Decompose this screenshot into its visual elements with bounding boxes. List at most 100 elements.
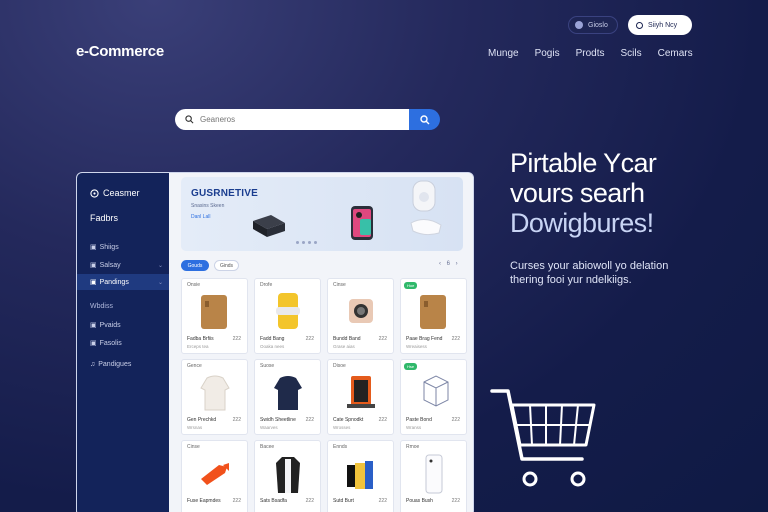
sidebar-title: Ceasmer: [90, 188, 140, 198]
phone-image: [351, 206, 373, 240]
product-price: 222: [378, 417, 387, 423]
sidebar-item-label: Shiigs: [99, 243, 119, 251]
nav-item[interactable]: Munge: [488, 48, 519, 59]
sidebar-item[interactable]: ▣ Shiigs: [77, 239, 169, 255]
search-icon: [185, 115, 194, 124]
search-button[interactable]: [409, 109, 440, 130]
moon-icon: [575, 21, 583, 29]
sign-in-button[interactable]: Siiyh Ncy: [628, 15, 692, 35]
search-input[interactable]: [200, 115, 400, 124]
filter-chip-active[interactable]: Gouds: [181, 260, 209, 271]
product-card[interactable]: Hoe Paae Brag Fend 222 Wreaisess: [400, 278, 467, 354]
product-price: 222: [378, 336, 387, 342]
sidebar-item[interactable]: ▣ Salsay ⌄: [77, 257, 169, 273]
main-nav: Munge Pogis Prodts Scils Cemars: [488, 48, 693, 59]
hero-heading: Pirtable Ycar vours searh Dowigbures!: [510, 148, 657, 238]
carousel-dots[interactable]: [296, 241, 317, 244]
search-bar: [175, 109, 411, 130]
nav-item[interactable]: Cemars: [658, 48, 693, 59]
carousel-dot[interactable]: [314, 241, 317, 244]
product-card[interactable]: Bacee Sats Bsadfa 222: [254, 440, 321, 512]
product-card[interactable]: Drofe Fadd Bang 222 Ooaka nees: [254, 278, 321, 354]
theme-toggle-label: Gioslo: [588, 21, 608, 29]
grid-icon: ▣: [90, 279, 97, 286]
carousel-dot[interactable]: [308, 241, 311, 244]
product-name: Gen Prechkd: [187, 417, 217, 423]
product-meta: Erceps tea: [187, 344, 209, 349]
product-name: Fadd Bang: [260, 336, 285, 342]
product-image: [273, 376, 302, 410]
product-brand: Drofe: [260, 282, 273, 288]
banner-subtitle: Snasins Skeen: [191, 203, 225, 209]
sidebar-item[interactable]: ▣ Pvaids: [77, 317, 169, 333]
product-name: Fuse Eapmdes: [187, 498, 221, 504]
app-preview-window: Ceasmer Fadbrs ▣ Shiigs ▣ Salsay ⌄ ▣ Pan…: [76, 172, 474, 512]
product-card[interactable]: Ennds Sutd Burt 222: [327, 440, 394, 512]
product-card[interactable]: Onsie Fadba Brfiis 222 Erceps tea: [181, 278, 248, 354]
product-meta: Wrsnas: [187, 425, 203, 430]
product-meta: Wrosses: [333, 425, 351, 430]
product-card[interactable]: Rmoe Pouas Bush 222: [400, 440, 467, 512]
sidebar: Ceasmer Fadbrs ▣ Shiigs ▣ Salsay ⌄ ▣ Pan…: [77, 173, 169, 512]
product-card[interactable]: Cinse Fuse Eapmdes 222: [181, 440, 248, 512]
nav-item[interactable]: Pogis: [535, 48, 560, 59]
product-price: 222: [232, 336, 241, 342]
music-icon: ♫: [90, 360, 96, 368]
product-price: 222: [451, 417, 460, 423]
product-name: Fadba Brfiis: [187, 336, 214, 342]
sidebar-item-label: Pandings: [99, 278, 129, 286]
product-meta: Wranss: [406, 425, 422, 430]
product-image: [346, 461, 373, 489]
product-meta: Ooaka nees: [260, 344, 285, 349]
site-logo[interactable]: e-Commerce: [76, 43, 164, 60]
product-image: [200, 295, 227, 329]
product-image: [425, 454, 442, 494]
sidebar-item-label: Pvaids: [99, 321, 121, 329]
sidebar-item-active[interactable]: ▣ Pandings ⌄: [77, 274, 169, 290]
product-brand: Onsie: [187, 282, 201, 288]
hero-line-2: vours searh: [510, 178, 645, 208]
user-icon: [636, 21, 643, 29]
product-image: [275, 293, 300, 329]
product-name: Paae Brag Fend: [406, 336, 443, 342]
theme-toggle-pill[interactable]: Gioslo: [568, 16, 618, 34]
product-brand: Suose: [260, 363, 275, 369]
banner-link[interactable]: Danl Lall: [191, 214, 210, 220]
sidebar-item[interactable]: ▣ Fasolis: [77, 335, 169, 351]
sidebar-subtitle: Fadbrs: [90, 213, 119, 223]
product-image: [200, 463, 229, 485]
product-name: Paste Bond: [406, 417, 432, 423]
product-price: 222: [305, 417, 314, 423]
main-content: GUSRNETIVE Snasins Skeen Danl Lall Gouds…: [169, 173, 473, 512]
sidebar-item[interactable]: ♫ Pandigues: [77, 356, 169, 372]
nav-item[interactable]: Scils: [621, 48, 642, 59]
product-price: 222: [232, 498, 241, 504]
product-price: 222: [378, 498, 387, 504]
product-card[interactable]: Hse Paste Bond 222 Wranss: [400, 359, 467, 435]
product-card[interactable]: Gence Gen Prechkd 222 Wrsnas: [181, 359, 248, 435]
product-name: Swidh Sheetline: [260, 417, 296, 423]
product-card[interactable]: Cinse Bundd Band 222 Grase aias: [327, 278, 394, 354]
product-price: 222: [305, 336, 314, 342]
product-badge: Hse: [404, 363, 418, 370]
nav-item[interactable]: Prodts: [576, 48, 605, 59]
compass-icon: [90, 188, 99, 198]
product-card[interactable]: Disoe Cate Spnodkt 222 Wrosses: [327, 359, 394, 435]
promo-banner[interactable]: GUSRNETIVE Snasins Skeen Danl Lall: [181, 177, 463, 251]
product-name: Sats Bsadfa: [260, 498, 287, 504]
product-badge: Hoe: [404, 282, 418, 289]
carousel-dot[interactable]: [302, 241, 305, 244]
filter-chip[interactable]: Ginds: [214, 260, 239, 271]
grid-icon: ▣: [90, 262, 97, 269]
sidebar-title-text: Ceasmer: [103, 188, 140, 198]
grid-icon: ▣: [90, 244, 97, 251]
product-image: [346, 376, 375, 408]
product-image: [199, 375, 230, 411]
carousel-dot[interactable]: [296, 241, 299, 244]
product-brand: Disoe: [333, 363, 346, 369]
product-price: 222: [305, 498, 314, 504]
product-card[interactable]: Suose Swidh Sheetline 222 Waarves: [254, 359, 321, 435]
hero-line-1: Pirtable Ycar: [510, 148, 657, 178]
pagination[interactable]: ‹ 6 ›: [439, 261, 460, 267]
grid-icon: ▣: [90, 340, 97, 347]
